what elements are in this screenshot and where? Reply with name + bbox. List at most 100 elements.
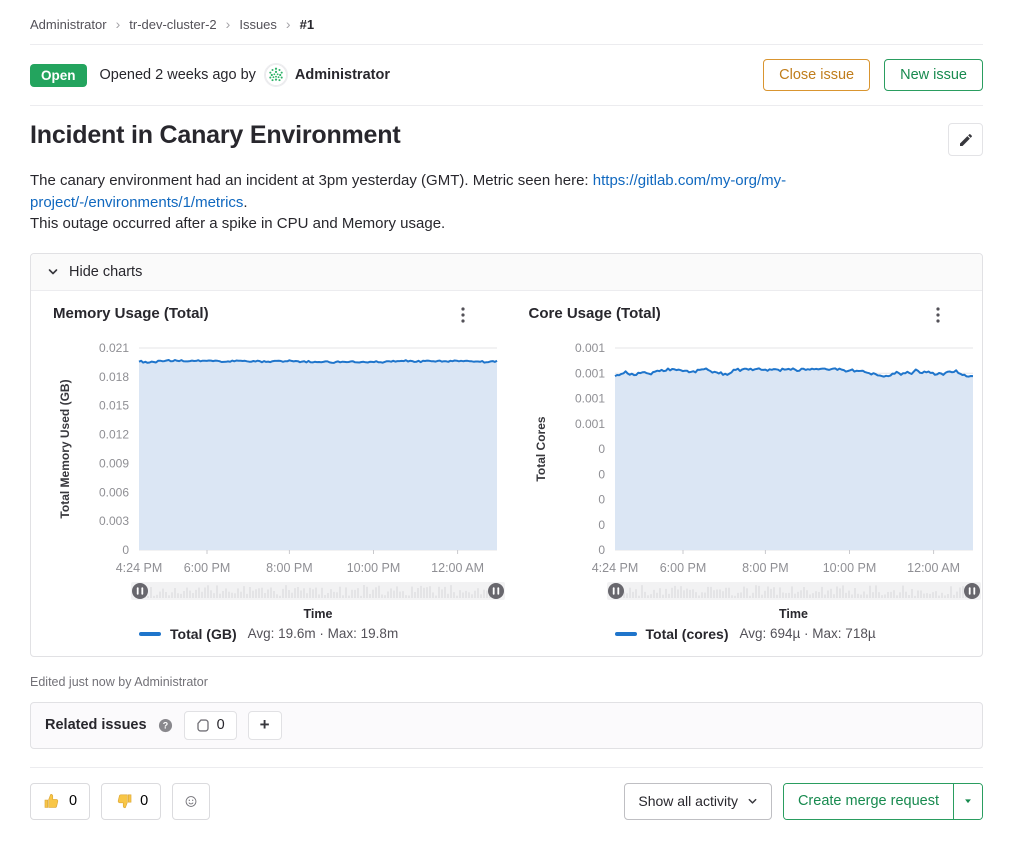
- chart-title: Core Usage (Total): [529, 305, 661, 322]
- legend-series-name[interactable]: Total (GB): [170, 626, 237, 642]
- svg-text:10:00 PM: 10:00 PM: [822, 561, 876, 575]
- opened-text: Opened 2 weeks ago by: [100, 67, 256, 83]
- svg-text:0: 0: [122, 543, 129, 557]
- legend-swatch: [615, 632, 637, 636]
- edited-note: Edited just now by Administrator: [30, 675, 983, 689]
- avatar[interactable]: [264, 63, 288, 87]
- title-row: Incident in Canary Environment: [30, 106, 983, 156]
- svg-text:8:00 PM: 8:00 PM: [266, 561, 313, 575]
- chart-title: Memory Usage (Total): [53, 305, 209, 322]
- svg-text:4:24 PM: 4:24 PM: [116, 561, 163, 575]
- create-merge-request-button[interactable]: Create merge request: [784, 784, 953, 819]
- charts-row: Memory Usage (Total) 0.021 0.018 0.015 0.01…: [31, 291, 982, 656]
- legend-series-name[interactable]: Total (cores): [646, 626, 729, 642]
- page-title: Incident in Canary Environment: [30, 121, 400, 150]
- svg-text:12:00 AM: 12:00 AM: [431, 561, 484, 575]
- activity-filter-dropdown[interactable]: Show all activity: [624, 783, 772, 820]
- svg-text:0.015: 0.015: [99, 398, 129, 412]
- chart-options-kebab-button[interactable]: [932, 305, 944, 328]
- breadcrumb-item-issues[interactable]: Issues: [239, 17, 277, 32]
- chevron-right-icon: ›: [116, 16, 121, 32]
- svg-text:0.021: 0.021: [99, 341, 129, 355]
- chart-zoom-slider[interactable]: [607, 582, 983, 600]
- svg-text:0: 0: [598, 517, 605, 531]
- new-issue-button[interactable]: New issue: [884, 59, 983, 91]
- chevron-right-icon: ›: [226, 16, 231, 32]
- issue-page: Administrator › tr-dev-cluster-2 › Issue…: [0, 0, 1013, 820]
- svg-text:0: 0: [598, 492, 605, 506]
- chart-plot: 0.0010.0010.0010.001000004:24 PM6:00 PM8…: [529, 336, 983, 576]
- thumbs-up-button[interactable]: 0: [30, 783, 90, 820]
- legend-swatch: [139, 632, 161, 636]
- author-name[interactable]: Administrator: [295, 67, 390, 83]
- svg-text:0.001: 0.001: [574, 391, 604, 405]
- svg-text:0.012: 0.012: [99, 427, 129, 441]
- thumbs-down-icon: [114, 792, 133, 811]
- close-issue-button[interactable]: Close issue: [763, 59, 870, 91]
- issue-description: The canary environment had an incident a…: [30, 170, 983, 235]
- add-related-issue-button[interactable]: +: [248, 711, 282, 740]
- kebab-menu-icon: [461, 307, 465, 323]
- chart-legend: Total (cores) Avg: 694µ · Max: 718µ: [615, 626, 983, 642]
- thumbs-up-count: 0: [69, 793, 77, 809]
- chart-options-kebab-button[interactable]: [457, 305, 469, 328]
- related-issues-count: 0: [217, 717, 225, 733]
- chevron-down-icon: [963, 796, 973, 806]
- description-text: The canary environment had an incident a…: [30, 172, 593, 189]
- create-merge-request-split-button: Create merge request: [783, 783, 983, 820]
- hide-charts-toggle[interactable]: Hide charts: [31, 254, 982, 291]
- svg-text:8:00 PM: 8:00 PM: [742, 561, 789, 575]
- related-issues-count-badge: 0: [184, 711, 237, 740]
- kebab-menu-icon: [936, 307, 940, 323]
- hide-charts-label: Hide charts: [69, 264, 142, 280]
- memory-usage-chart: Memory Usage (Total) 0.021 0.018 0.015 0.01…: [31, 291, 507, 642]
- chevron-down-icon: [747, 796, 758, 807]
- svg-text:0: 0: [598, 442, 605, 456]
- svg-text:Total Memory Used (GB): Total Memory Used (GB): [58, 379, 72, 518]
- breadcrumb-item-issue-number: #1: [300, 17, 314, 32]
- issue-footer: 0 0 Show all activity: [30, 767, 983, 820]
- chevron-down-icon: [47, 266, 59, 278]
- chart-zoom-slider[interactable]: [131, 582, 507, 600]
- related-issues-card: Related issues ? 0 +: [30, 702, 983, 749]
- svg-text:10:00 PM: 10:00 PM: [347, 561, 401, 575]
- smiley-icon: [185, 792, 197, 811]
- breadcrumb-item-administrator[interactable]: Administrator: [30, 17, 107, 32]
- svg-text:0.001: 0.001: [574, 416, 604, 430]
- edit-title-button[interactable]: [948, 123, 983, 156]
- svg-text:Total Cores: Total Cores: [534, 416, 548, 481]
- svg-text:0.009: 0.009: [99, 456, 129, 470]
- thumbs-down-button[interactable]: 0: [101, 783, 161, 820]
- description-text: .: [243, 194, 247, 211]
- thumbs-down-count: 0: [140, 793, 148, 809]
- x-axis-title: Time: [139, 607, 497, 621]
- svg-text:0: 0: [598, 467, 605, 481]
- svg-text:0.018: 0.018: [99, 369, 129, 383]
- svg-text:12:00 AM: 12:00 AM: [907, 561, 960, 575]
- breadcrumb-item-project[interactable]: tr-dev-cluster-2: [129, 17, 216, 32]
- core-usage-chart: Core Usage (Total) 0.0010.0010.0010.0010…: [507, 291, 983, 642]
- metrics-charts-panel: Hide charts Memory Usage (Total) 0.0210.…: [30, 253, 983, 657]
- svg-text:0.003: 0.003: [99, 514, 129, 528]
- related-issues-title: Related issues: [45, 717, 147, 733]
- legend-series-stats: Avg: 19.6m · Max: 19.8m: [248, 626, 399, 641]
- question-icon[interactable]: ?: [158, 718, 173, 733]
- pencil-icon: [958, 132, 974, 148]
- svg-text:0.006: 0.006: [99, 485, 129, 499]
- svg-text:0.001: 0.001: [574, 341, 604, 355]
- svg-text:?: ?: [162, 720, 167, 730]
- breadcrumb: Administrator › tr-dev-cluster-2 › Issue…: [30, 12, 983, 45]
- legend-series-stats: Avg: 694µ · Max: 718µ: [739, 626, 875, 641]
- add-emoji-button[interactable]: [172, 783, 210, 820]
- status-badge: Open: [30, 64, 87, 87]
- thumbs-up-icon: [43, 792, 62, 811]
- chart-legend: Total (GB) Avg: 19.6m · Max: 19.8m: [139, 626, 507, 642]
- create-merge-request-caret-button[interactable]: [953, 784, 982, 819]
- svg-text:6:00 PM: 6:00 PM: [184, 561, 231, 575]
- chart-plot: 0.021 0.018 0.015 0.012 0.009 0.006 0.003 0 4:24…: [53, 336, 507, 576]
- issue-status-bar: Open Opened 2 weeks ago by Administrator…: [30, 45, 983, 106]
- description-text: This outage occurred after a spike in CP…: [30, 213, 983, 235]
- svg-text:4:24 PM: 4:24 PM: [591, 561, 638, 575]
- svg-text:6:00 PM: 6:00 PM: [659, 561, 706, 575]
- chevron-right-icon: ›: [286, 16, 291, 32]
